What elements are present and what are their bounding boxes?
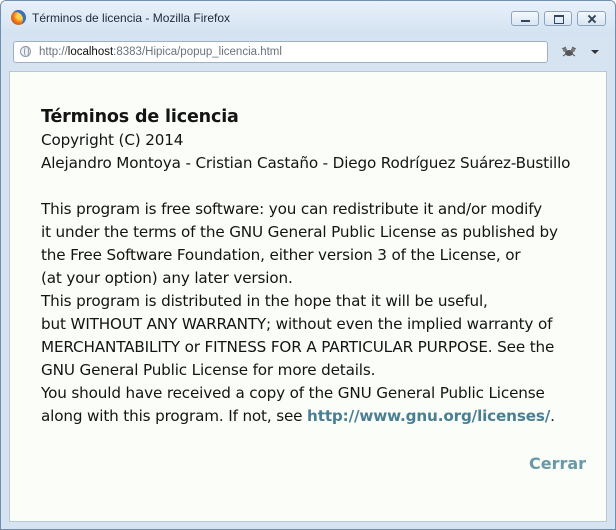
license-line: You should have received a copy of the G…: [41, 384, 545, 402]
license-text: Términos de licencia Copyright (C) 2014 …: [41, 105, 601, 428]
firefox-icon: [11, 10, 26, 25]
license-line: it under the terms of the GNU General Pu…: [41, 223, 558, 241]
close-button[interactable]: Cerrar: [529, 454, 586, 473]
gnu-licenses-link[interactable]: http://www.gnu.org/licenses/: [307, 407, 550, 425]
url-host: localhost: [67, 46, 114, 58]
license-line: GNU General Public License for more deta…: [41, 361, 376, 379]
license-line: This program is distributed in the hope …: [41, 292, 488, 310]
last-line-suffix: .: [550, 407, 555, 425]
maximize-button[interactable]: [544, 11, 572, 26]
browser-window: Términos de licencia - Mozilla Firefox h…: [0, 0, 616, 530]
license-line: This program is free software: you can r…: [41, 200, 542, 218]
minimize-button[interactable]: [511, 11, 539, 26]
license-line: MERCHANTABILITY or FITNESS FOR A PARTICU…: [41, 338, 555, 356]
url-text[interactable]: http://localhost:8383/Hipica/popup_licen…: [39, 46, 282, 58]
address-bar[interactable]: http://localhost:8383/Hipica/popup_licen…: [13, 41, 548, 63]
url-path: :8383/Hipica/popup_licencia.html: [113, 46, 282, 58]
chevron-down-icon[interactable]: [585, 41, 605, 63]
addon-icon[interactable]: [559, 44, 579, 60]
last-line-prefix: along with this program. If not, see: [41, 407, 308, 425]
close-window-button[interactable]: [577, 11, 606, 26]
title-bar[interactable]: Términos de licencia - Mozilla Firefox: [1, 1, 615, 35]
page-content: Términos de licencia Copyright (C) 2014 …: [9, 71, 607, 522]
page-title: Términos de licencia: [41, 107, 239, 127]
authors-line: Alejandro Montoya - Cristian Castaño - D…: [41, 154, 571, 172]
license-last-line: along with this program. If not, see htt…: [41, 405, 601, 428]
url-scheme: http://: [39, 46, 68, 58]
copyright-line: Copyright (C) 2014: [41, 131, 184, 149]
window-title: Términos de licencia - Mozilla Firefox: [32, 11, 231, 25]
license-paragraph: This program is free software: you can r…: [41, 198, 601, 405]
license-line: (at your option) any later version.: [41, 269, 293, 287]
globe-icon: [20, 46, 31, 57]
license-line: the Free Software Foundation, either ver…: [41, 246, 521, 264]
license-line: but WITHOUT ANY WARRANTY; without even t…: [41, 315, 553, 333]
